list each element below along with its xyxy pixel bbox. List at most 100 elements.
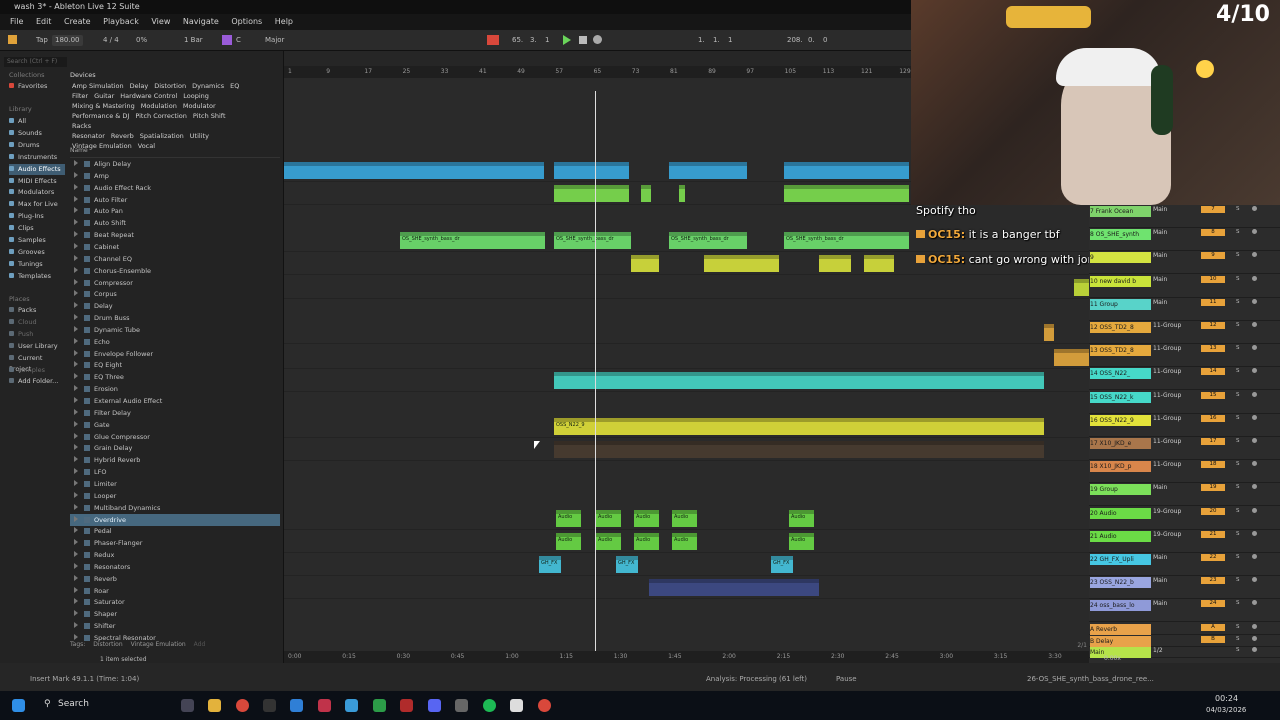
track-output-select[interactable]: 11-Group	[1153, 415, 1181, 422]
place-user-library[interactable]: User Library	[9, 341, 65, 352]
expand-arrow-icon[interactable]	[74, 468, 78, 475]
clip[interactable]: GH_FX	[616, 556, 638, 573]
expand-arrow-icon[interactable]	[74, 432, 78, 439]
loop-length-sixteenth[interactable]: 0	[823, 30, 827, 50]
expand-arrow-icon[interactable]	[74, 325, 78, 332]
tag-chip[interactable]: Performance & DJ	[70, 111, 131, 121]
clip[interactable]: GH_FX	[539, 556, 561, 573]
clip[interactable]	[641, 185, 651, 202]
mixer-track[interactable]: 12 OSS_TD2_8 11-Group 12 S	[1089, 321, 1280, 344]
category-clips[interactable]: Clips	[9, 223, 65, 234]
arm-button[interactable]	[1252, 368, 1257, 374]
track-name[interactable]: 8 OS_SHE_synth	[1090, 229, 1151, 241]
clip[interactable]: OS_SHE_synth_bass_dr	[554, 232, 631, 249]
footer-tag-add[interactable]: Add	[194, 641, 206, 648]
clip[interactable]	[784, 185, 909, 202]
browser-item[interactable]: Dynamic Tube	[70, 324, 280, 336]
solo-button[interactable]: S	[1236, 484, 1240, 490]
clip[interactable]: OS_SHE_synth_bass_dr	[400, 232, 545, 249]
expand-arrow-icon[interactable]	[74, 562, 78, 569]
track-lane[interactable]: OSS_N22_9	[284, 415, 1089, 438]
expand-arrow-icon[interactable]	[74, 574, 78, 581]
expand-arrow-icon[interactable]	[74, 491, 78, 498]
track-activator[interactable]: 17	[1201, 438, 1225, 445]
solo-button[interactable]: S	[1236, 600, 1240, 606]
solo-button[interactable]: S	[1236, 531, 1240, 537]
track-name[interactable]: 21 Audio	[1090, 530, 1151, 542]
browser-item[interactable]: Auto Shift	[70, 217, 280, 229]
expand-arrow-icon[interactable]	[74, 539, 78, 546]
browser-item[interactable]: Grain Delay	[70, 442, 280, 454]
browser-item[interactable]: Redux	[70, 549, 280, 561]
solo-button[interactable]: S	[1236, 624, 1240, 630]
tag-chip[interactable]: Looping	[181, 91, 211, 101]
track-activator[interactable]: 11	[1201, 298, 1225, 306]
menu-playback[interactable]: Playback	[103, 14, 139, 30]
solo-button[interactable]: S	[1236, 647, 1240, 653]
clip[interactable]: Audio	[596, 533, 621, 550]
arm-button[interactable]	[1252, 414, 1257, 420]
track-name[interactable]: 11 Group	[1090, 298, 1151, 310]
app-icon[interactable]	[290, 699, 303, 712]
search-icon[interactable]: ⚲	[44, 699, 51, 709]
loop-length-bar[interactable]: 208.	[787, 30, 803, 50]
browser-item[interactable]: Auto Filter	[70, 194, 280, 206]
clip[interactable]	[554, 162, 629, 179]
chrome-icon[interactable]	[236, 699, 249, 712]
devices-label[interactable]: Devices	[70, 71, 96, 79]
clip[interactable]	[704, 255, 779, 272]
position-bar[interactable]: 65.	[512, 30, 523, 50]
solo-button[interactable]: S	[1236, 577, 1240, 583]
browser-item[interactable]: Erosion	[70, 383, 280, 395]
menu-view[interactable]: View	[151, 14, 170, 30]
track-lane[interactable]: Audio Audio Audio Audio Audio	[284, 530, 1089, 553]
expand-arrow-icon[interactable]	[74, 527, 78, 534]
app-icon[interactable]	[538, 699, 551, 712]
category-tunings[interactable]: Tunings	[9, 259, 65, 270]
track-activator[interactable]: 18	[1201, 461, 1225, 469]
browser-item[interactable]: Roar	[70, 585, 280, 597]
menu-file[interactable]: File	[10, 14, 23, 30]
place-samples[interactable]: samples	[9, 365, 65, 376]
clock-time[interactable]: 00:24	[1215, 694, 1238, 703]
category-midi-effects[interactable]: MIDI Effects	[9, 176, 65, 187]
app-icon[interactable]	[400, 699, 413, 712]
pause-button[interactable]: Pause	[836, 675, 857, 683]
clip[interactable]: OS_SHE_synth_bass_dr	[669, 232, 747, 249]
browser-item[interactable]: Shifter	[70, 620, 280, 632]
mixer-track[interactable]: 10 new david b Main 10 S	[1089, 275, 1280, 298]
track-name[interactable]: 19 Group	[1090, 484, 1151, 496]
track-output-select[interactable]: Main	[1153, 229, 1167, 236]
track-output-select[interactable]: Main	[1153, 276, 1167, 283]
track-lane[interactable]	[284, 346, 1089, 369]
discord-icon[interactable]	[428, 699, 441, 712]
play-icon[interactable]	[563, 35, 571, 45]
expand-arrow-icon[interactable]	[74, 586, 78, 593]
track-output-select[interactable]: 11-Group	[1153, 438, 1181, 445]
favorites-item[interactable]: Favorites	[9, 81, 65, 92]
browser-item[interactable]: External Audio Effect	[70, 395, 280, 407]
track-activator[interactable]: 7	[1201, 206, 1225, 213]
mixer-track[interactable]: A Reverb A S	[1089, 623, 1280, 635]
track-name[interactable]: B Delay	[1090, 635, 1151, 647]
tempo-field[interactable]: 180.00	[52, 30, 83, 50]
track-name[interactable]: 20 Audio	[1090, 507, 1151, 519]
tag-chip[interactable]: Mixing & Mastering	[70, 101, 137, 111]
expand-arrow-icon[interactable]	[74, 456, 78, 463]
track-name[interactable]: 7 Frank Ocean	[1090, 206, 1151, 217]
clip[interactable]	[649, 579, 819, 596]
expand-arrow-icon[interactable]	[74, 598, 78, 605]
tap-button[interactable]: Tap	[36, 30, 48, 50]
arm-button[interactable]	[1252, 275, 1257, 281]
mixer-track[interactable]: 11 Group Main 11 S	[1089, 298, 1280, 321]
tag-chip[interactable]: Racks	[70, 121, 93, 131]
solo-button[interactable]: S	[1236, 554, 1240, 560]
clip[interactable]: GH_FX	[771, 556, 793, 573]
expand-arrow-icon[interactable]	[74, 171, 78, 178]
mixer-track[interactable]: 8 OS_SHE_synth Main 8 S	[1089, 228, 1280, 252]
track-output-select[interactable]: 1/2	[1153, 647, 1163, 654]
clip[interactable]: Audio	[634, 533, 659, 550]
arm-button[interactable]	[1252, 484, 1257, 490]
clip[interactable]	[669, 162, 747, 179]
tag-chip[interactable]: Resonator	[70, 131, 107, 141]
